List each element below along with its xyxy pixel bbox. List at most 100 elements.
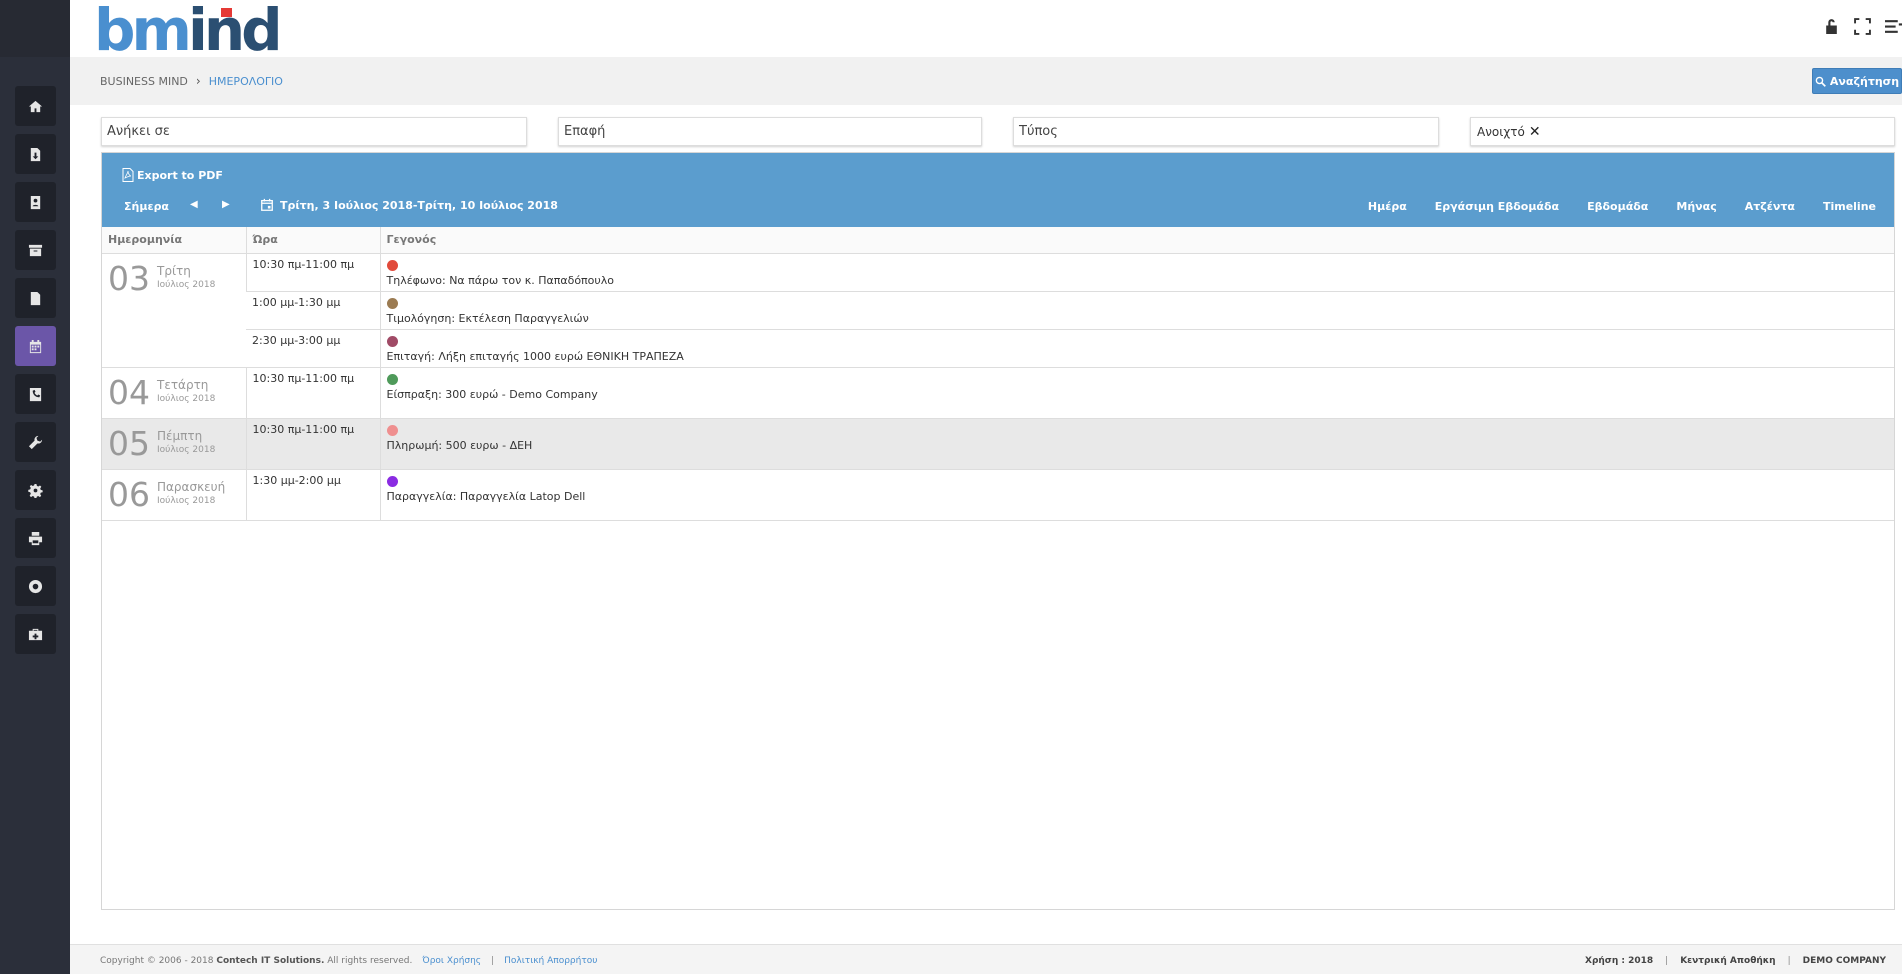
table-row: 05 Πέμπτη Ιούλιος 2018 10:30 πμ-11:00 πμ… xyxy=(102,418,1894,470)
table-row: 03 Τρίτη Ιούλιος 2018 10:30 πμ-11:00 πμ … xyxy=(102,253,1894,368)
company-name: DEMO COMPANY xyxy=(1802,956,1886,966)
calendar-panel: Export to PDF Σήμερα ◀ ▶ Τρίτη, 3 Ιούλιο… xyxy=(101,152,1895,910)
home-icon xyxy=(28,100,43,112)
terms-link[interactable]: Όροι Χρήσης xyxy=(422,956,481,966)
sidebar-item-settings[interactable] xyxy=(15,470,56,510)
agenda-table: Ημερομηνία Ώρα Γεγονός 03 Τρίτη Ιούλιος … xyxy=(102,227,1894,521)
time-cell: 10:30 πμ-11:00 πμ xyxy=(245,367,380,419)
footer-right: Χρήση : 2018 | Κεντρική Αποθήκη | DEMO C… xyxy=(1585,956,1886,966)
menu-icon[interactable] xyxy=(1885,18,1902,35)
table-row: 1:00 μμ-1:30 μμ Τιμολόγηση: Εκτέλεση Παρ… xyxy=(102,291,1894,330)
breadcrumb: BUSINESS MIND › ΗΜΕΡΟΛΟΓΙΟ xyxy=(100,74,283,88)
privacy-link[interactable]: Πολιτική Απορρήτου xyxy=(504,956,597,966)
sidebar-item-calendar[interactable] xyxy=(15,326,56,366)
prev-arrow-icon[interactable]: ◀ xyxy=(190,199,198,210)
today-button[interactable]: Σήμερα xyxy=(124,200,169,213)
time-cell: 1:30 μμ-2:00 μμ xyxy=(245,469,380,521)
time-cell: 1:00 μμ-1:30 μμ xyxy=(246,291,380,330)
date-cell: 04 Τετάρτη Ιούλιος 2018 xyxy=(102,367,246,419)
export-pdf-button[interactable]: Export to PDF xyxy=(122,168,223,182)
print-icon xyxy=(28,531,43,545)
sidebar xyxy=(0,0,70,974)
sidebar-top xyxy=(0,0,70,57)
sidebar-item-download-doc[interactable] xyxy=(15,134,56,174)
view-week[interactable]: Εβδομάδα xyxy=(1587,200,1648,213)
wrench-icon xyxy=(28,435,43,449)
event-cell[interactable]: Επιταγή: Λήξη επιταγής 1000 ευρώ ΕΘΝΙΚΗ … xyxy=(379,329,1894,368)
document-icon xyxy=(30,291,41,305)
lock-icon[interactable] xyxy=(1823,18,1840,35)
next-arrow-icon[interactable]: ▶ xyxy=(222,199,230,210)
footer-divider: | xyxy=(1787,956,1791,966)
event-cell[interactable]: Τιμολόγηση: Εκτέλεση Παραγγελιών xyxy=(379,291,1894,330)
fullscreen-icon[interactable] xyxy=(1854,18,1871,35)
remove-tag-icon[interactable]: ✕ xyxy=(1529,124,1541,140)
svg-text:bmind: bmind xyxy=(94,2,279,54)
view-day[interactable]: Ημέρα xyxy=(1368,200,1407,213)
bmind-logo[interactable]: bmind xyxy=(94,2,294,54)
column-time: Ώρα xyxy=(245,227,380,254)
view-switcher: Ημέρα Εργάσιμη Εβδομάδα Εβδομάδα Μήνας Α… xyxy=(1368,200,1876,213)
view-agenda[interactable]: Ατζέντα xyxy=(1745,200,1795,213)
day-number: 06 xyxy=(108,474,150,514)
sidebar-nav xyxy=(15,86,56,662)
footer-divider: | xyxy=(491,956,495,966)
table-row: 2:30 μμ-3:00 μμ Επιταγή: Λήξη επιταγής 1… xyxy=(102,329,1894,368)
sidebar-item-contacts[interactable] xyxy=(15,182,56,222)
pdf-icon xyxy=(122,168,134,182)
search-button[interactable]: Αναζήτηση xyxy=(1812,68,1902,94)
status-filter[interactable]: Ανοιχτό ✕ xyxy=(1470,117,1895,146)
sidebar-item-support[interactable] xyxy=(15,566,56,606)
calendar-range-icon xyxy=(261,198,273,211)
sidebar-item-document[interactable] xyxy=(15,278,56,318)
sidebar-item-home[interactable] xyxy=(15,86,56,126)
archive-icon xyxy=(28,244,43,256)
sidebar-item-toolbox[interactable] xyxy=(15,614,56,654)
sidebar-item-wrench[interactable] xyxy=(15,422,56,462)
copyright-text: Copyright © 2006 - 2018 Contech IT Solut… xyxy=(100,956,412,966)
event-cell[interactable]: Παραγγελία: Παραγγελία Latop Dell xyxy=(379,469,1894,521)
copyright-company: Contech IT Solutions. xyxy=(216,956,325,966)
search-button-label: Αναζήτηση xyxy=(1829,74,1900,88)
header-icons xyxy=(1823,18,1902,35)
sidebar-item-print[interactable] xyxy=(15,518,56,558)
event-title[interactable]: Τιμολόγηση: Εκτέλεση Παραγγελιών xyxy=(387,312,589,325)
view-work-week[interactable]: Εργάσιμη Εβδομάδα xyxy=(1435,200,1559,213)
event-cell[interactable]: Είσπραξη: 300 ευρώ - Demo Company xyxy=(379,367,1894,419)
breadcrumb-current: ΗΜΕΡΟΛΟΓΙΟ xyxy=(208,74,283,88)
event-cell[interactable]: Τηλέφωνο: Να πάρω τον κ. Παπαδόπουλο xyxy=(379,253,1894,292)
event-color-dot xyxy=(386,297,398,309)
calendar-toolbar: Export to PDF Σήμερα ◀ ▶ Τρίτη, 3 Ιούλιο… xyxy=(102,153,1894,227)
event-color-dot xyxy=(386,475,398,487)
time-cell: 2:30 μμ-3:00 μμ xyxy=(246,329,380,368)
event-title[interactable]: Επιταγή: Λήξη επιταγής 1000 ευρώ ΕΘΝΙΚΗ … xyxy=(387,350,684,363)
breadcrumb-root[interactable]: BUSINESS MIND xyxy=(100,75,188,88)
type-filter[interactable]: Τύπος xyxy=(1013,117,1439,146)
sidebar-item-phone[interactable] xyxy=(15,374,56,414)
event-title[interactable]: Τηλέφωνο: Να πάρω τον κ. Παπαδόπουλο xyxy=(387,274,615,287)
event-color-dot xyxy=(386,259,398,271)
event-cell[interactable]: Πληρωμή: 500 ευρω - ΔΕΗ xyxy=(379,418,1894,470)
support-icon xyxy=(28,579,43,593)
belongs-to-filter[interactable]: Ανήκει σε xyxy=(101,117,527,146)
column-date: Ημερομηνία xyxy=(102,227,246,254)
view-month[interactable]: Μήνας xyxy=(1676,200,1716,213)
time-cell: 10:30 πμ-11:00 πμ xyxy=(245,253,380,292)
breadcrumb-bar: BUSINESS MIND › ΗΜΕΡΟΛΟΓΙΟ Αναζήτηση xyxy=(70,57,1902,105)
copyright-years: Copyright © 2006 - 2018 xyxy=(100,956,214,966)
event-title[interactable]: Πληρωμή: 500 ευρω - ΔΕΗ xyxy=(387,439,533,452)
view-timeline[interactable]: Timeline xyxy=(1823,200,1876,213)
table-row: 06 Παρασκευή Ιούλιος 2018 1:30 μμ-2:00 μ… xyxy=(102,469,1894,521)
contact-filter[interactable]: Επαφή xyxy=(558,117,982,146)
breadcrumb-separator: › xyxy=(195,74,201,88)
copyright-rights: All rights reserved. xyxy=(327,956,413,966)
event-color-dot xyxy=(386,424,398,436)
date-cell: 06 Παρασκευή Ιούλιος 2018 xyxy=(102,469,246,521)
event-title[interactable]: Παραγγελία: Παραγγελία Latop Dell xyxy=(387,490,586,503)
event-color-dot xyxy=(386,373,398,385)
fiscal-year: Χρήση : 2018 xyxy=(1585,956,1654,966)
sidebar-item-archive[interactable] xyxy=(15,230,56,270)
date-range-picker[interactable]: Τρίτη, 3 Ιούλιος 2018-Τρίτη, 10 Ιούλιος … xyxy=(260,198,558,212)
event-title[interactable]: Είσπραξη: 300 ευρώ - Demo Company xyxy=(387,388,598,401)
gear-icon xyxy=(28,483,43,498)
